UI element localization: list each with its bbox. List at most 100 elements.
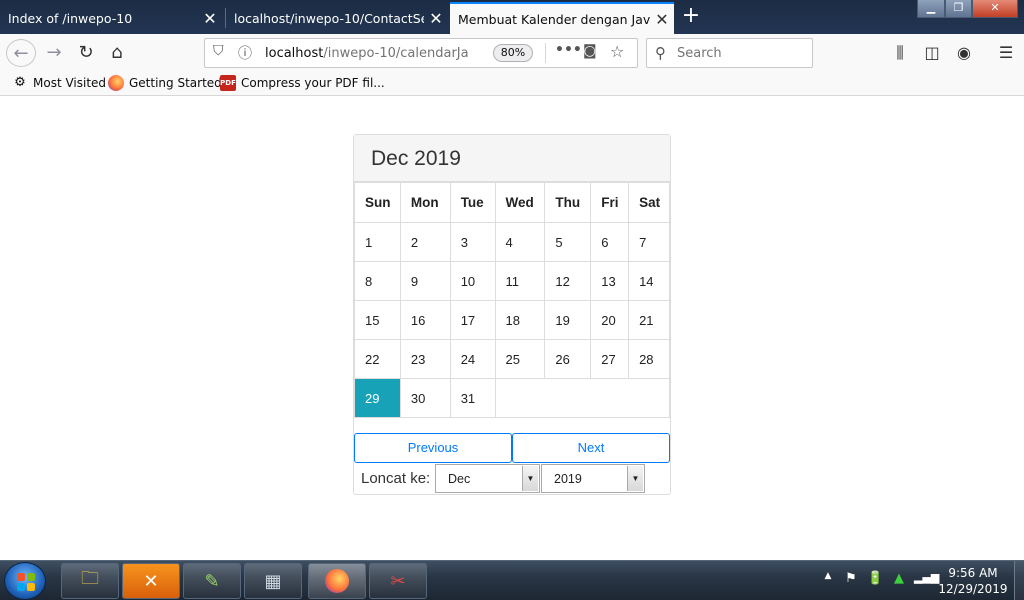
day-cell[interactable]: 6	[590, 222, 630, 262]
day-cell[interactable]: 20	[590, 300, 630, 340]
system-clock[interactable]: 9:56 AM 12/29/2019	[936, 565, 1010, 597]
page-actions-icon[interactable]: •••	[555, 42, 582, 58]
power-icon[interactable]: 🔋	[867, 571, 883, 586]
zoom-indicator[interactable]: 80%	[493, 44, 533, 62]
day-cell[interactable]: 16	[399, 300, 451, 340]
search-input[interactable]: Search	[677, 46, 722, 61]
bookmark-compress-pdf[interactable]: PDF Compress your PDF fil...	[220, 75, 385, 91]
clock-time: 9:56 AM	[948, 566, 998, 580]
day-cell-today[interactable]: 29	[354, 378, 401, 418]
shield-icon[interactable]: ⛉	[213, 43, 224, 59]
show-desktop-button[interactable]	[1014, 561, 1024, 600]
reload-icon[interactable]: ↻	[72, 39, 100, 67]
day-cell[interactable]: 17	[449, 300, 496, 340]
maximize-icon[interactable]: ❐	[945, 0, 972, 18]
library-icon[interactable]: ⫼	[889, 43, 911, 63]
tab-calendar[interactable]: Membuat Kalender dengan JavaScript ✕	[450, 2, 674, 34]
tab-index[interactable]: Index of /inwepo-10 ✕	[0, 2, 222, 34]
tab-contact-section[interactable]: localhost/inwepo-10/ContactSection ✕	[226, 2, 448, 34]
day-cell[interactable]: 28	[628, 339, 670, 379]
signal-bars-icon[interactable]: ▂▄▆	[914, 571, 939, 584]
day-cell[interactable]: 10	[449, 261, 496, 301]
calculator-taskbar-icon[interactable]: ▦	[244, 563, 302, 599]
weekday-header: Mon	[399, 182, 451, 223]
search-icon: ⚲	[655, 44, 666, 62]
firefox-taskbar-icon[interactable]	[308, 563, 366, 599]
day-cell[interactable]: 22	[354, 339, 401, 379]
day-cell[interactable]: 5	[544, 222, 592, 262]
bookmark-star-icon[interactable]: ☆	[610, 42, 624, 61]
info-icon[interactable]: ⓘ	[238, 43, 252, 63]
bookmarks-toolbar: ⚙ Most Visited Getting Started PDF Compr…	[0, 72, 1024, 96]
previous-button[interactable]: Previous	[354, 433, 512, 463]
home-icon[interactable]: ⌂	[103, 39, 131, 67]
forward-icon[interactable]: →	[40, 39, 68, 67]
next-button[interactable]: Next	[512, 433, 670, 463]
day-cell[interactable]: 30	[399, 378, 451, 418]
day-cell[interactable]: 15	[354, 300, 401, 340]
snipping-tool-taskbar-icon[interactable]: ✂	[369, 563, 427, 599]
day-cell[interactable]: 12	[544, 261, 592, 301]
bookmark-getting-started[interactable]: Getting Started	[108, 75, 222, 91]
close-tab-icon[interactable]: ✕	[198, 9, 222, 28]
year-select[interactable]: 2019 ▼	[541, 464, 645, 493]
pdf-icon: PDF	[220, 75, 236, 91]
day-cell[interactable]: 14	[628, 261, 670, 301]
day-cell[interactable]: 9	[399, 261, 451, 301]
pocket-icon[interactable]: ◙	[583, 43, 597, 59]
urlbar-separator	[545, 43, 546, 63]
day-cell[interactable]: 27	[590, 339, 630, 379]
dropdown-arrow-icon[interactable]: ▼	[522, 466, 538, 491]
day-cell[interactable]: 13	[590, 261, 630, 301]
tab-title: localhost/inwepo-10/ContactSection	[234, 10, 424, 26]
search-box[interactable]: ⚲ Search	[646, 38, 813, 68]
gear-icon: ⚙	[14, 75, 26, 90]
close-tab-icon[interactable]: ✕	[424, 9, 448, 28]
new-tab-icon[interactable]: +	[678, 4, 704, 30]
action-center-flag-icon[interactable]: ⚑	[843, 571, 859, 586]
month-select[interactable]: Dec ▼	[435, 464, 540, 493]
day-cell[interactable]: 23	[399, 339, 451, 379]
notepad-plus-taskbar-icon[interactable]: ✎	[183, 563, 241, 599]
dropdown-arrow-icon[interactable]: ▼	[627, 466, 643, 491]
week-row: 1 2 3 4 5 6 7	[354, 222, 670, 262]
back-icon[interactable]: ←	[6, 39, 36, 67]
weekday-header: Sun	[354, 182, 401, 223]
day-cell[interactable]: 11	[494, 261, 546, 301]
menu-icon[interactable]: ☰	[995, 43, 1017, 62]
url-text[interactable]: localhost/inwepo-10/calendarJa	[265, 46, 487, 61]
day-cell[interactable]: 4	[494, 222, 546, 262]
close-tab-icon[interactable]: ✕	[650, 10, 674, 29]
day-cell[interactable]: 8	[354, 261, 401, 301]
day-cell[interactable]: 1	[354, 222, 401, 262]
day-cell[interactable]: 31	[449, 378, 496, 418]
start-button[interactable]	[4, 562, 46, 600]
account-icon[interactable]: ◉	[953, 43, 975, 62]
day-cell[interactable]: 21	[628, 300, 670, 340]
window-close-icon[interactable]: ✕	[972, 0, 1018, 18]
bookmark-most-visited[interactable]: ⚙ Most Visited	[12, 75, 106, 91]
explorer-taskbar-icon[interactable]: 🗀	[61, 563, 119, 599]
show-hidden-icons-icon[interactable]: ▲	[820, 571, 836, 581]
url-host: localhost	[265, 46, 324, 61]
weekday-header: Thu	[544, 182, 592, 223]
day-cell[interactable]: 26	[544, 339, 592, 379]
day-cell[interactable]: 19	[544, 300, 592, 340]
url-bar[interactable]: ⛉ ⓘ localhost/inwepo-10/calendarJa 80% •…	[204, 38, 638, 68]
day-cell[interactable]: 3	[449, 222, 496, 262]
weekday-row: Sun Mon Tue Wed Thu Fri Sat	[354, 182, 670, 223]
minimize-icon[interactable]: ▁	[917, 0, 945, 18]
tab-strip: Index of /inwepo-10 ✕ localhost/inwepo-1…	[0, 0, 1024, 34]
day-cell[interactable]: 24	[449, 339, 496, 379]
sidebar-icon[interactable]: ◫	[921, 43, 943, 62]
bookmark-label: Compress your PDF fil...	[241, 76, 385, 90]
clock-date: 12/29/2019	[938, 582, 1008, 596]
xampp-taskbar-icon[interactable]: ✕	[122, 563, 180, 599]
weekday-header: Wed	[494, 182, 546, 223]
day-cell[interactable]: 2	[399, 222, 451, 262]
calendar-card: Dec 2019 Sun Mon Tue Wed Thu Fri Sat 1 2…	[353, 134, 671, 495]
network-arrow-icon[interactable]: ▲	[891, 571, 907, 586]
day-cell[interactable]: 18	[494, 300, 546, 340]
day-cell[interactable]: 7	[628, 222, 670, 262]
day-cell[interactable]: 25	[494, 339, 546, 379]
